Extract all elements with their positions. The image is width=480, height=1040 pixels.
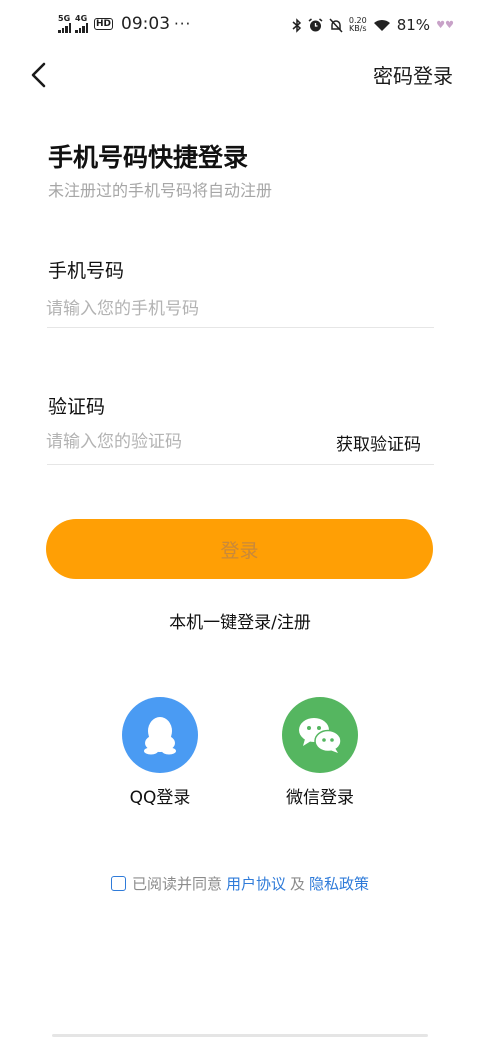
sim1-signal: 5G (58, 15, 71, 33)
get-code-button[interactable]: 获取验证码 (336, 430, 421, 455)
wechat-login-button[interactable]: 微信登录 (260, 697, 380, 808)
phone-label: 手机号码 (48, 260, 125, 282)
battery-percent: 81% (396, 16, 431, 34)
status-bar: 5G 4G HD 09:03 ··· 0.20 KB/s 81% ♥♥ (0, 0, 480, 52)
page-subtitle: 未注册过的手机号码将自动注册 (48, 181, 273, 200)
code-divider (47, 464, 434, 465)
qq-circle (122, 697, 198, 773)
agreement-prefix: 已阅读并同意 (131, 875, 222, 893)
sim1-label: 5G (58, 14, 71, 23)
qq-login-label: QQ登录 (129, 788, 191, 808)
hd-badge: HD (94, 18, 114, 30)
phone-input[interactable] (46, 290, 434, 328)
network-speed: 0.20 KB/s (349, 17, 367, 33)
mute-bell-icon (329, 17, 343, 33)
agreement-checkbox[interactable] (110, 876, 126, 891)
home-indicator[interactable] (52, 1034, 428, 1037)
wechat-bubbles-icon (299, 718, 342, 753)
signal-bars-icon (75, 23, 88, 33)
wechat-login-label: 微信登录 (286, 788, 354, 808)
code-label: 验证码 (48, 396, 106, 418)
password-login-link[interactable]: 密码登录 (373, 60, 453, 89)
qq-login-button[interactable]: QQ登录 (100, 697, 220, 808)
heart-status-icon: ♥♥ (436, 19, 454, 31)
sim2-label: 4G (75, 14, 88, 23)
wechat-circle (282, 697, 358, 773)
wifi-icon (373, 19, 390, 31)
login-button[interactable]: 登录 (46, 519, 433, 579)
agreement-row: 已阅读并同意 用户协议 及 隐私政策 (0, 873, 480, 894)
user-agreement-link[interactable]: 用户协议 (226, 873, 286, 894)
status-bar-left: 5G 4G HD 09:03 ··· (58, 14, 191, 34)
page-title: 手机号码快捷登录 (48, 143, 249, 172)
back-button[interactable] (26, 58, 54, 92)
agreement-and: 及 (290, 875, 306, 893)
sim2-signal: 4G (75, 15, 88, 33)
signal-bars-icon (58, 23, 71, 33)
alarm-icon (308, 17, 323, 31)
code-input[interactable] (46, 423, 306, 461)
qq-penguin-icon (144, 717, 176, 755)
status-time: 09:03 (121, 14, 171, 34)
chevron-left-icon (31, 62, 46, 88)
privacy-policy-link[interactable]: 隐私政策 (309, 873, 369, 894)
one-click-login-link[interactable]: 本机一键登录/注册 (0, 608, 480, 633)
status-bar-right: 0.20 KB/s 81% ♥♥ (292, 16, 454, 34)
phone-divider (47, 327, 434, 328)
bluetooth-icon (292, 17, 302, 33)
more-notifications-icon: ··· (174, 15, 192, 33)
network-speed-unit: KB/s (349, 24, 367, 33)
